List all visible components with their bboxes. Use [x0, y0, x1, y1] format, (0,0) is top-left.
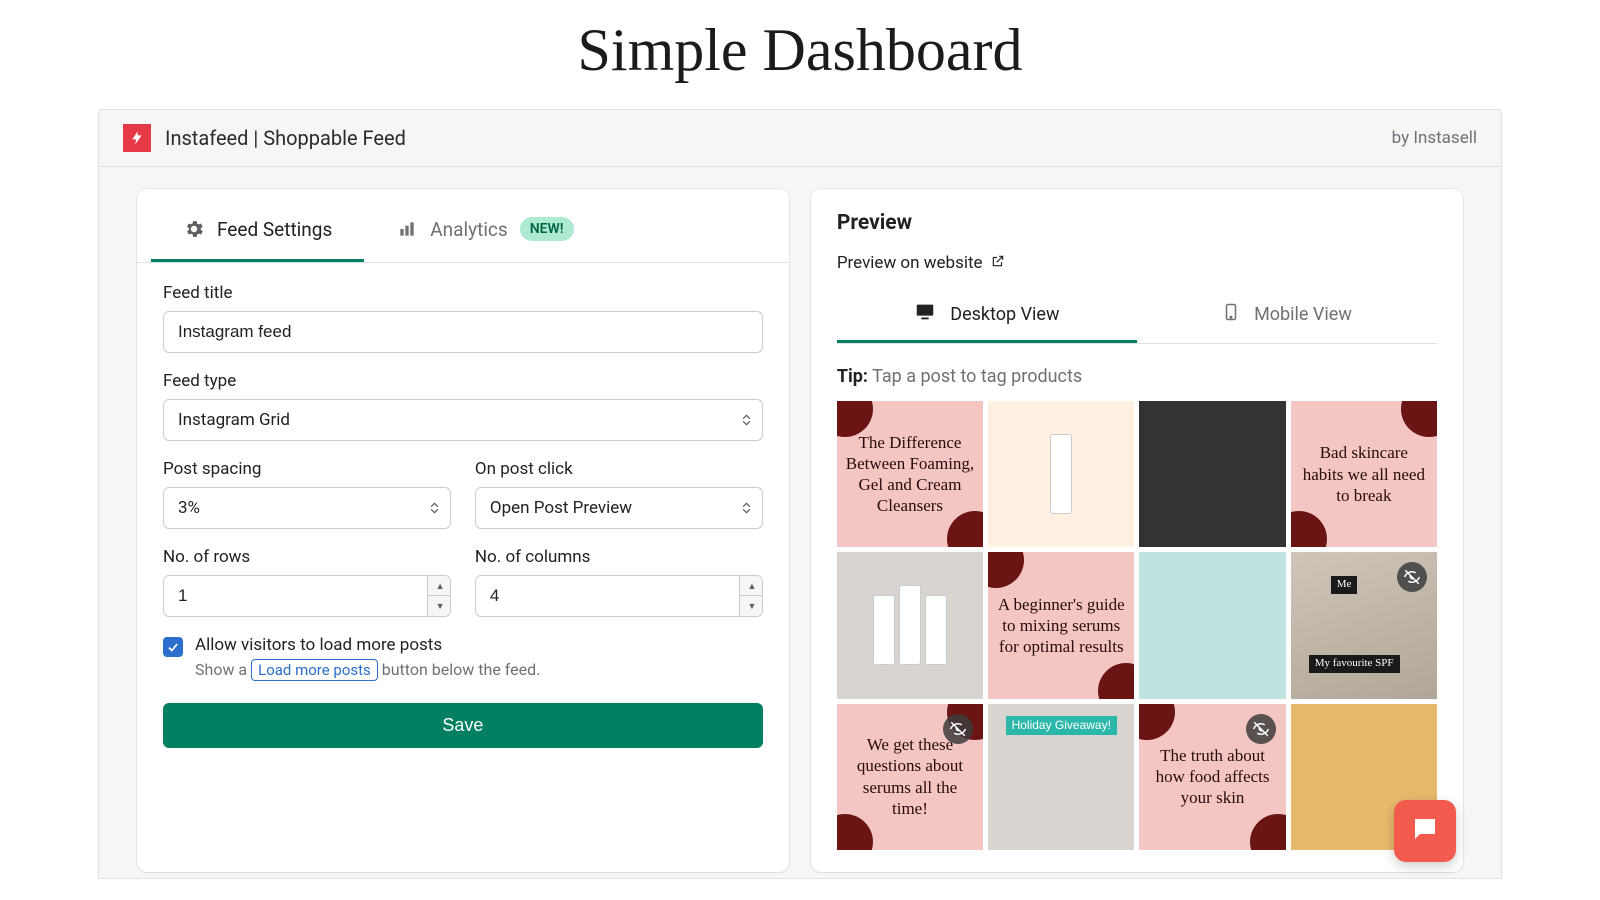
app-header: Instafeed | Shoppable Feed by Instasell	[99, 110, 1501, 167]
gear-icon	[183, 218, 205, 240]
preview-tile[interactable]: Holiday Giveaway!	[988, 704, 1134, 850]
feed-title-input[interactable]	[163, 311, 763, 353]
allow-more-label: Allow visitors to load more posts	[195, 635, 540, 655]
preview-tile[interactable]: Me My favourite SPF	[1291, 552, 1437, 698]
preview-tile[interactable]: The truth about how food affects your sk…	[1139, 704, 1285, 850]
view-tabs: Desktop View Mobile View	[837, 289, 1437, 344]
settings-card: Feed Settings Analytics NEW! Feed title …	[137, 189, 789, 872]
preview-tile[interactable]: A beginner's guide to mixing serums for …	[988, 552, 1134, 698]
select-caret-icon	[430, 503, 439, 514]
tab-feed-settings[interactable]: Feed Settings	[151, 197, 364, 262]
tab-analytics[interactable]: Analytics NEW!	[364, 197, 605, 262]
eye-off-icon	[1246, 714, 1276, 744]
preview-tile[interactable]: We get these questions about serums all …	[837, 704, 983, 850]
bar-chart-icon	[396, 218, 418, 240]
settings-tabs: Feed Settings Analytics NEW!	[137, 197, 789, 263]
app-logo-icon	[123, 124, 151, 152]
desktop-icon	[914, 301, 936, 328]
chat-button[interactable]	[1394, 800, 1456, 862]
tab-desktop-view[interactable]: Desktop View	[837, 289, 1137, 343]
preview-on-website-link[interactable]: Preview on website	[837, 253, 1437, 273]
app-frame: Instafeed | Shoppable Feed by Instasell …	[98, 109, 1502, 879]
cols-label: No. of columns	[475, 547, 763, 567]
rows-input[interactable]	[163, 575, 428, 617]
select-caret-icon	[742, 415, 751, 426]
stepper-up-button[interactable]: ▲	[428, 576, 451, 596]
feed-title-label: Feed title	[163, 283, 763, 303]
feed-type-label: Feed type	[163, 371, 763, 391]
save-button[interactable]: Save	[163, 703, 763, 748]
preview-tile[interactable]	[988, 401, 1134, 547]
preview-tile[interactable]	[1139, 401, 1285, 547]
app-attribution: by Instasell	[1392, 128, 1477, 148]
post-spacing-select[interactable]: 3%	[163, 487, 451, 529]
preview-tile[interactable]: Bad skincare habits we all need to break	[1291, 401, 1437, 547]
tab-label: Feed Settings	[217, 218, 332, 241]
chat-icon	[1410, 814, 1440, 848]
select-caret-icon	[742, 503, 751, 514]
preview-grid: The Difference Between Foaming, Gel and …	[837, 401, 1437, 850]
external-link-icon	[991, 253, 1005, 273]
app-name: Instafeed | Shoppable Feed	[165, 126, 406, 150]
on-post-click-label: On post click	[475, 459, 763, 479]
page-title: Simple Dashboard	[0, 0, 1600, 109]
allow-more-hint: Show a Load more posts button below the …	[195, 659, 540, 681]
feed-type-select[interactable]: Instagram Grid	[163, 399, 763, 441]
post-spacing-label: Post spacing	[163, 459, 451, 479]
tab-label: Analytics	[430, 218, 507, 241]
tip-label: Tip:	[837, 366, 868, 387]
stepper-down-button[interactable]: ▼	[428, 596, 451, 616]
preview-tile[interactable]: The Difference Between Foaming, Gel and …	[837, 401, 983, 547]
preview-tile[interactable]	[1139, 552, 1285, 698]
on-post-click-select[interactable]: Open Post Preview	[475, 487, 763, 529]
mobile-icon	[1222, 301, 1240, 328]
eye-off-icon	[1397, 562, 1427, 592]
load-more-pill: Load more posts	[251, 659, 378, 681]
allow-more-checkbox[interactable]	[163, 637, 183, 657]
new-badge: NEW!	[520, 217, 574, 241]
preview-tile[interactable]	[837, 552, 983, 698]
stepper-up-button[interactable]: ▲	[740, 576, 763, 596]
preview-card: Preview Preview on website Desktop View	[811, 189, 1463, 872]
preview-title: Preview	[837, 211, 1437, 235]
stepper-down-button[interactable]: ▼	[740, 596, 763, 616]
rows-label: No. of rows	[163, 547, 451, 567]
cols-input[interactable]	[475, 575, 740, 617]
tab-mobile-view[interactable]: Mobile View	[1137, 289, 1437, 343]
